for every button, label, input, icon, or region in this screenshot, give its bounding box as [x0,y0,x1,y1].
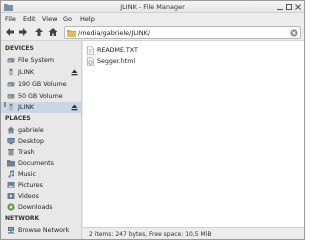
maximize-button[interactable] [285,3,293,11]
sidebar-item-190gb-volume[interactable]: 190 GB Volume [1,79,81,90]
sidebar-item-label: JLINK [18,69,35,76]
sidebar-scroll-indicator[interactable] [4,102,6,107]
minimize-button[interactable] [276,3,284,11]
sidebar-item-label: 190 GB Volume [18,81,67,88]
file-list[interactable]: README.TXT Segger.html [83,41,304,227]
file-name: Segger.html [97,58,136,65]
sidebar-item-jlink[interactable]: JLINK [1,67,81,78]
sidebar: DEVICES File System JLINK 190 GB Volume … [1,41,82,239]
sidebar-item-label: Music [18,171,36,178]
sidebar-item-label: JLINK [18,104,35,111]
text-file-icon [87,46,94,55]
status-bar: 2 items: 247 bytes, Free space: 10,5 MiB [83,227,304,239]
sidebar-item-videos[interactable]: Videos [1,191,81,202]
folder-icon [7,160,15,167]
sidebar-item-label: 50 GB Volume [18,93,63,100]
sidebar-item-desktop[interactable]: Desktop [1,136,81,147]
file-name: README.TXT [97,47,138,54]
section-header-network: NETWORK [5,215,40,222]
sidebar-item-label: Documents [18,160,54,167]
toolbar: /media/gabriele/JLINK/ [1,24,304,41]
status-text: 2 items: 247 bytes, Free space: 10,5 MiB [89,231,212,238]
maximize-icon [286,4,292,10]
file-manager-window: JLINK - File Manager File Edit View Go H… [0,0,305,240]
sidebar-item-gabriele[interactable]: gabriele [1,125,81,136]
sidebar-item-music[interactable]: Music [1,169,81,180]
close-button[interactable] [294,3,302,11]
downloads-icon [7,203,15,211]
location-bar[interactable]: /media/gabriele/JLINK/ [64,26,301,39]
sidebar-item-downloads[interactable]: Downloads [1,202,81,213]
sidebar-item-label: Videos [18,193,39,200]
sidebar-item-jlink-selected[interactable]: JLINK [1,102,81,113]
menu-help[interactable]: Help [80,15,95,23]
sidebar-item-label: Trash [18,149,35,156]
sidebar-item-label: Browse Network [18,227,70,234]
sidebar-item-label: Downloads [18,204,53,211]
sidebar-item-file-system[interactable]: File System [1,55,81,66]
sidebar-item-50gb-volume[interactable]: 50 GB Volume [1,91,81,102]
up-arrow-icon[interactable] [34,27,44,37]
menu-go[interactable]: Go [63,15,72,23]
sidebar-item-trash[interactable]: Trash [1,147,81,158]
close-icon [295,4,301,10]
sidebar-item-label: Pictures [18,182,43,189]
sidebar-item-label: Desktop [18,138,44,145]
section-header-places: PLACES [5,115,31,122]
file-item-segger[interactable]: Segger.html [87,56,237,67]
folder-icon [67,30,76,37]
pictures-icon [7,182,15,188]
eject-icon[interactable] [71,104,78,111]
usb-drive-icon [9,68,13,76]
videos-icon [7,193,15,199]
menu-bar: File Edit View Go Help [1,13,304,24]
section-header-devices: DEVICES [5,45,34,52]
drive-icon [7,82,15,87]
location-path[interactable]: /media/gabriele/JLINK/ [78,29,150,37]
network-icon [8,227,14,234]
music-icon [8,170,15,178]
sidebar-item-browse-network[interactable]: Browse Network [1,225,81,236]
html-file-icon [87,57,94,66]
drive-icon [7,58,15,63]
usb-drive-icon [9,103,13,111]
sidebar-item-label: gabriele [18,127,44,134]
forward-arrow-icon[interactable] [18,27,28,37]
home-icon [7,126,15,134]
clear-icon[interactable] [290,29,298,37]
sidebar-item-documents[interactable]: Documents [1,158,81,169]
menu-edit[interactable]: Edit [23,15,36,23]
home-icon[interactable] [48,27,58,37]
sidebar-item-pictures[interactable]: Pictures [1,180,81,191]
drive-icon [7,94,15,99]
eject-icon[interactable] [71,69,78,76]
file-item-readme[interactable]: README.TXT [87,45,237,56]
back-arrow-icon[interactable] [5,27,15,37]
sidebar-item-label: File System [18,57,55,64]
trash-icon [8,149,14,156]
minimize-icon [277,9,283,10]
menu-file[interactable]: File [5,15,16,23]
desktop-icon [7,138,15,145]
menu-view[interactable]: View [42,15,57,23]
window-title: JLINK - File Manager [120,3,185,11]
title-bar[interactable]: JLINK - File Manager [1,1,304,13]
